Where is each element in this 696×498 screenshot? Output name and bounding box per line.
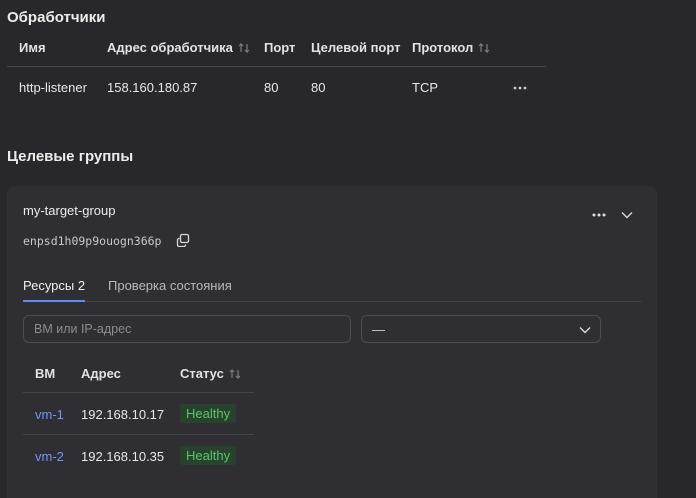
chevron-down-icon xyxy=(578,323,592,337)
listener-port: 80 xyxy=(264,80,279,95)
active-tab-indicator xyxy=(23,300,85,302)
listener-more-icon[interactable] xyxy=(510,78,530,98)
col-header-target-port-label: Целевой порт xyxy=(311,40,401,55)
copy-icon[interactable] xyxy=(174,231,192,249)
col-header-resource-address: Адрес xyxy=(81,366,121,381)
col-header-vm-label: ВМ xyxy=(35,366,56,381)
col-header-address[interactable]: Адрес обработчика xyxy=(107,40,251,55)
sort-icon[interactable] xyxy=(237,41,251,55)
listener-target-port: 80 xyxy=(311,80,326,95)
col-header-protocol[interactable]: Протокол xyxy=(412,40,491,55)
listener-protocol: TCP xyxy=(412,80,438,95)
status-badge: Healthy xyxy=(180,446,237,465)
target-groups-title: Целевые группы xyxy=(7,148,134,165)
status-filter-select[interactable]: — xyxy=(361,315,601,343)
col-header-protocol-label: Протокол xyxy=(412,40,474,55)
col-header-port-label: Порт xyxy=(264,40,296,55)
listener-address: 158.160.180.87 xyxy=(107,80,198,95)
chevron-down-icon[interactable] xyxy=(617,205,637,225)
search-input[interactable] xyxy=(24,316,350,342)
col-header-port: Порт xyxy=(264,40,295,55)
search-field[interactable] xyxy=(23,315,351,343)
col-header-status-label: Статус xyxy=(180,366,224,381)
target-group-more-icon[interactable] xyxy=(589,205,609,225)
table-divider xyxy=(23,392,254,393)
tab-resources[interactable]: Ресурсы 2 xyxy=(23,278,85,293)
vm-link[interactable]: vm-1 xyxy=(35,407,64,422)
status-badge: Healthy xyxy=(180,404,237,423)
tabs-divider xyxy=(23,301,641,302)
sort-icon[interactable] xyxy=(228,367,242,381)
target-group-name: my-target-group xyxy=(23,203,116,218)
status-filter-value: — xyxy=(372,322,385,337)
status-badge-label: Healthy xyxy=(180,446,237,465)
listener-name: http-listener xyxy=(19,80,87,95)
col-header-name-label: Имя xyxy=(19,40,46,55)
col-header-name: Имя xyxy=(19,40,46,55)
status-badge-label: Healthy xyxy=(180,404,237,423)
col-header-status[interactable]: Статус xyxy=(180,366,242,381)
col-header-resource-address-label: Адрес xyxy=(81,366,121,381)
col-header-target-port: Целевой порт xyxy=(311,40,401,55)
tab-health-check[interactable]: Проверка состояния xyxy=(108,278,232,293)
col-header-vm: ВМ xyxy=(35,366,55,381)
listeners-title: Обработчики xyxy=(7,9,106,26)
col-header-address-label: Адрес обработчика xyxy=(107,40,233,55)
resource-address: 192.168.10.35 xyxy=(81,449,165,464)
table-divider xyxy=(23,434,254,435)
table-divider xyxy=(7,66,546,67)
resource-address: 192.168.10.17 xyxy=(81,407,165,422)
sort-icon[interactable] xyxy=(477,41,491,55)
target-group-id: enpsd1h09p9ouogn366p xyxy=(23,234,162,248)
vm-link[interactable]: vm-2 xyxy=(35,449,64,464)
